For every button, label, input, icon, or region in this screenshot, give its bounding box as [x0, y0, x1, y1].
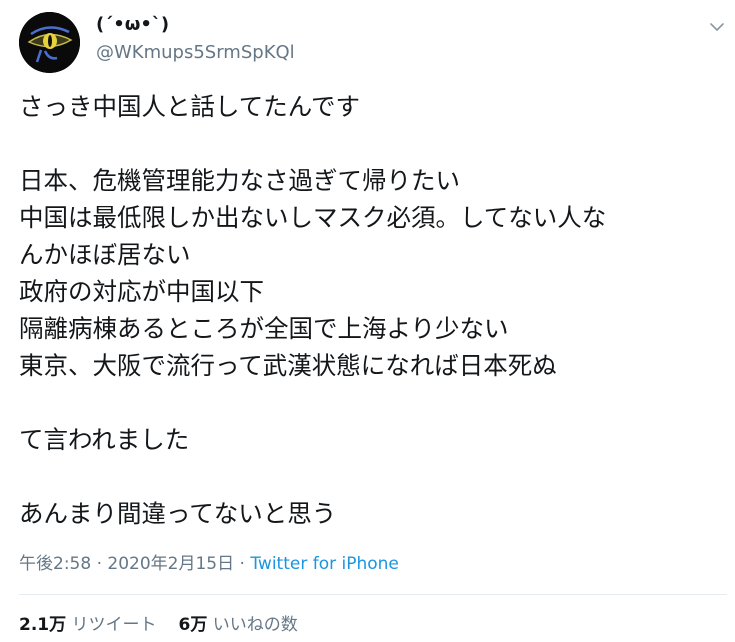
- chevron-down-icon[interactable]: [706, 16, 728, 38]
- display-name[interactable]: (´•ω•`): [96, 14, 169, 35]
- retweets-count: 2.1万: [19, 615, 67, 635]
- tweet-stats: 2.1万 リツイート 6万 いいねの数: [19, 610, 298, 635]
- tweet-line: あんまり間違ってないと思う: [19, 499, 337, 528]
- tweet-line: 中国は最低限しか出ないしマスク必須。してない人な: [19, 203, 607, 232]
- tweet-line: て言われました: [19, 425, 190, 454]
- meta-separator: ·: [234, 554, 251, 574]
- tweet-line: さっき中国人と話してたんです: [19, 92, 361, 121]
- tweet-line: 隔離病棟あるところが全国で上海より少ない: [19, 314, 509, 343]
- tweet-line: 日本、危機管理能力なさ過ぎて帰りたい: [19, 166, 460, 195]
- retweets-label: リツイート: [71, 615, 157, 635]
- tweet-meta: 午後2:58 · 2020年2月15日 · Twitter for iPhone: [19, 549, 399, 574]
- tweet-text: さっき中国人と話してたんです 日本、危機管理能力なさ過ぎて帰りたい 中国は最低限…: [19, 88, 719, 532]
- divider: [19, 594, 727, 595]
- retweets-stat[interactable]: 2.1万 リツイート: [19, 615, 157, 635]
- likes-stat[interactable]: 6万 いいねの数: [179, 615, 298, 635]
- meta-separator: ·: [91, 554, 108, 574]
- avatar[interactable]: [19, 12, 80, 73]
- tweet-line: んかほぼ居ない: [19, 240, 191, 269]
- likes-count: 6万: [178, 615, 208, 635]
- eye-of-horus-icon: [19, 12, 80, 73]
- user-handle[interactable]: @WKmups5SrmSpKQl: [96, 42, 295, 63]
- tweet-date[interactable]: 2020年2月15日: [107, 554, 234, 574]
- tweet-card: (´•ω•`) @WKmups5SrmSpKQl さっき中国人と話してたんです …: [0, 0, 735, 642]
- tweet-line: 東京、大阪で流行って武漢状態になれば日本死ぬ: [19, 351, 557, 380]
- likes-label: いいねの数: [212, 615, 298, 635]
- tweet-source-link[interactable]: Twitter for iPhone: [250, 554, 399, 574]
- tweet-time[interactable]: 午後2:58: [19, 554, 91, 574]
- tweet-line: 政府の対応が中国以下: [19, 277, 264, 306]
